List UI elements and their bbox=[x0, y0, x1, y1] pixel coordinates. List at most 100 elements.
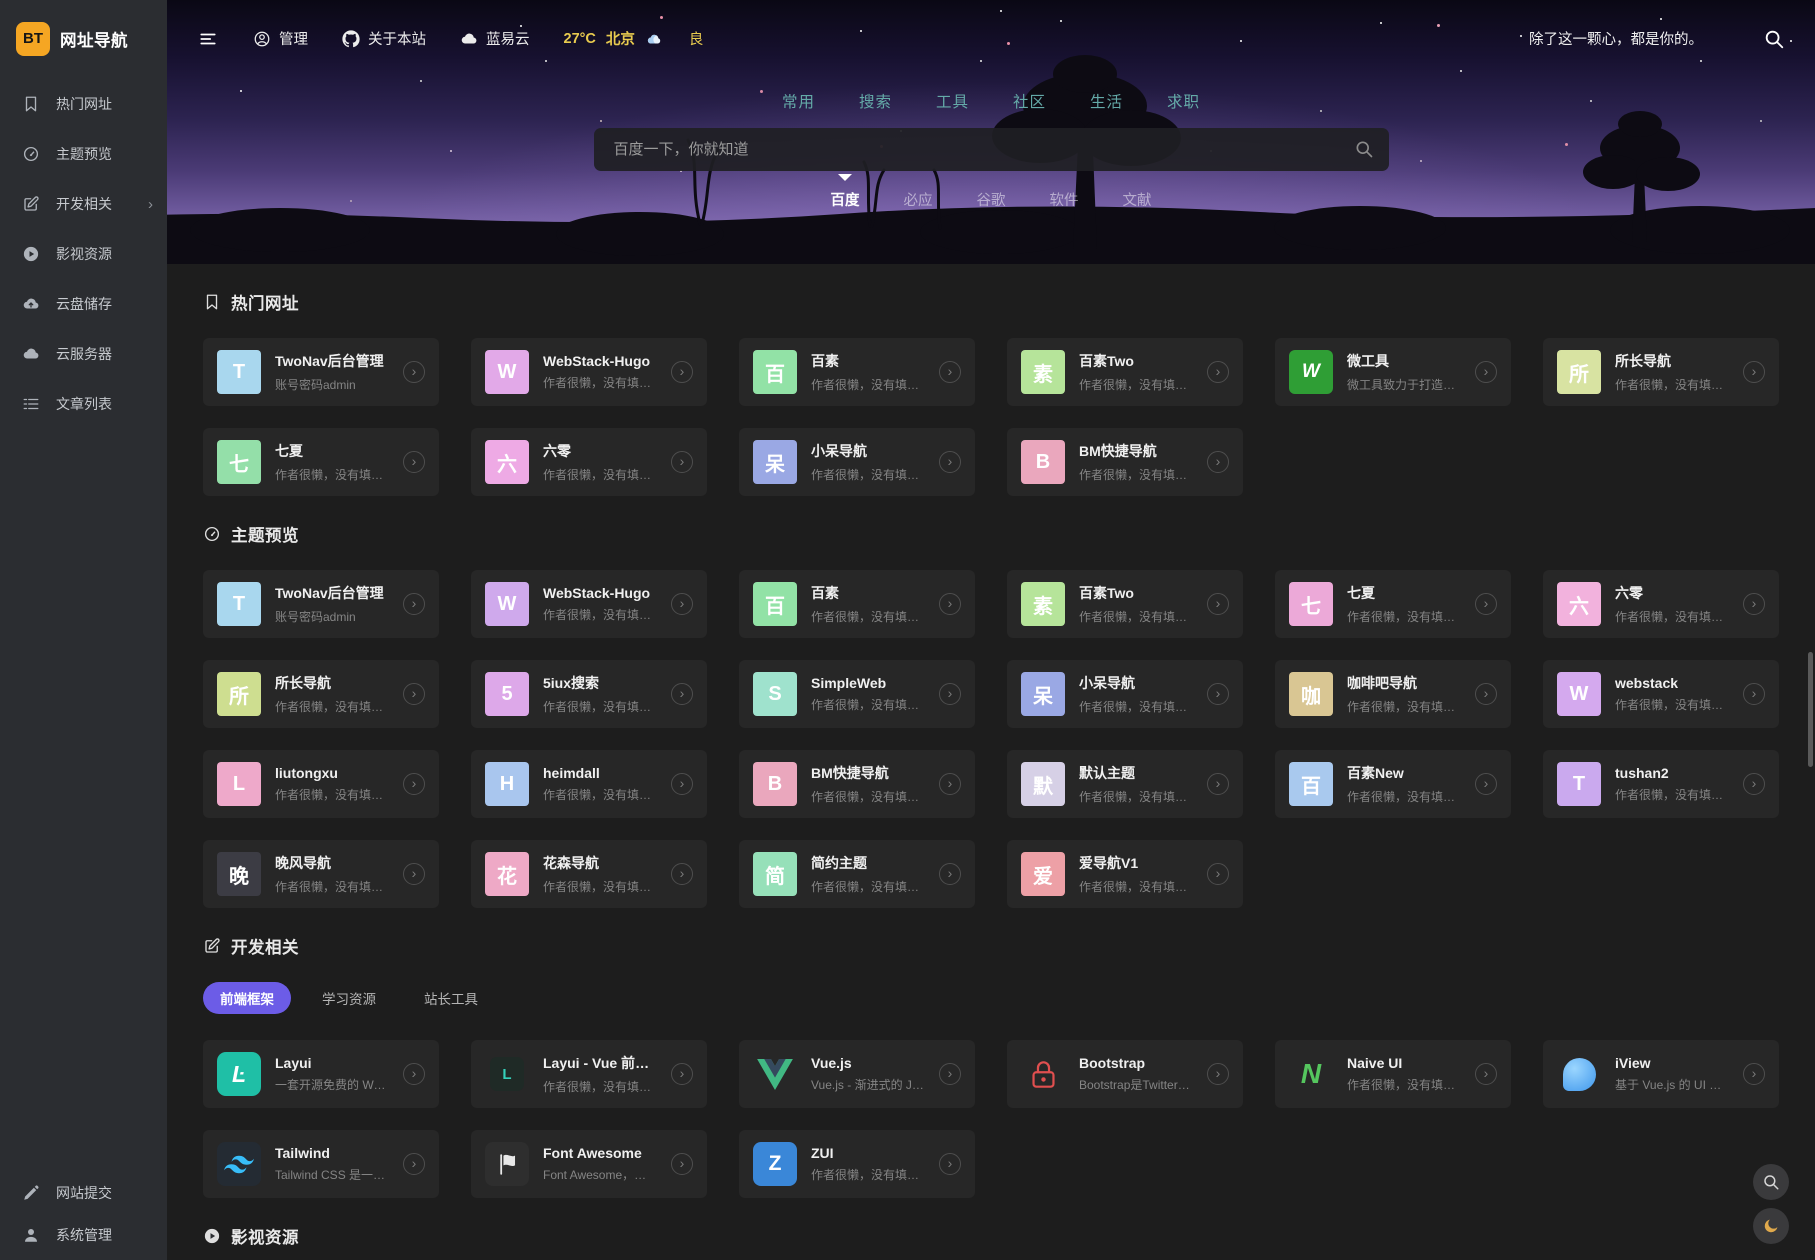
hero-tab-4[interactable]: 生活 bbox=[1090, 90, 1123, 112]
engine-tab-1[interactable]: 必应 bbox=[904, 189, 933, 210]
theme-card-5[interactable]: 六六零作者很懒，没有填写描述。› bbox=[1543, 570, 1779, 638]
search-icon[interactable] bbox=[1354, 139, 1374, 159]
logo[interactable]: BT 网址导航 bbox=[0, 0, 167, 77]
cloud-icon bbox=[22, 345, 40, 363]
hot-card-6[interactable]: 七七夏作者很懒，没有填写描述。› bbox=[203, 428, 439, 496]
hero-tab-5[interactable]: 求职 bbox=[1167, 90, 1200, 112]
card-desc: Tailwind CSS 是一个功能类... bbox=[275, 1166, 389, 1183]
hero-tab-3[interactable]: 社区 bbox=[1013, 90, 1046, 112]
theme-card-4[interactable]: 七七夏作者很懒，没有填写描述。› bbox=[1275, 570, 1511, 638]
engine-tab-0[interactable]: 百度 bbox=[831, 189, 860, 210]
theme-card-2[interactable]: 百百素作者很懒，没有填写描述。› bbox=[739, 570, 975, 638]
hot-card-2[interactable]: 百百素作者很懒，没有填写描述。› bbox=[739, 338, 975, 406]
card-desc: 账号密码admin bbox=[275, 376, 389, 393]
hero-tab-2[interactable]: 工具 bbox=[936, 90, 969, 112]
sidebar-footer-item-1[interactable]: 系统管理 bbox=[0, 1214, 167, 1256]
fab-theme-toggle-button[interactable] bbox=[1753, 1208, 1789, 1244]
dev-card-3[interactable]: BootstrapBootstrap是Twitter推出的...› bbox=[1007, 1040, 1243, 1108]
search-input[interactable] bbox=[594, 128, 1389, 171]
dev-card-5[interactable]: iView基于 Vue.js 的 UI 组件库，...› bbox=[1543, 1040, 1779, 1108]
hamburger-icon[interactable] bbox=[197, 30, 219, 48]
theme-card-6[interactable]: 所所长导航作者很懒，没有填写描述。› bbox=[203, 660, 439, 728]
hero-category-tabs: 常用 搜索 工具 社区 生活 求职 bbox=[782, 90, 1200, 112]
theme-card-17[interactable]: Ttushan2作者很懒，没有填写描述。› bbox=[1543, 750, 1779, 818]
sidebar-item-label: 开发相关 bbox=[56, 194, 112, 214]
card-desc: 作者很懒，没有填写描述。 bbox=[1615, 608, 1729, 625]
hot-card-5[interactable]: 所所长导航作者很懒，没有填写描述。› bbox=[1543, 338, 1779, 406]
sidebar-item-5[interactable]: 云服务器 bbox=[0, 329, 167, 379]
hot-card-1[interactable]: WWebStack-Hugo作者很懒，没有填写描述。› bbox=[471, 338, 707, 406]
dev-card-7[interactable]: Font AwesomeFont Awesome，一套绝佳...› bbox=[471, 1130, 707, 1198]
card-desc: Vue.js - 渐进式的 JavaScri... bbox=[811, 1076, 925, 1093]
card-desc: 微工具致力于打造和收集各... bbox=[1347, 376, 1461, 393]
hero-tab-1[interactable]: 搜索 bbox=[859, 90, 892, 112]
hot-card-7[interactable]: 六六零作者很懒，没有填写描述。› bbox=[471, 428, 707, 496]
dev-card-6[interactable]: TailwindTailwind CSS 是一个功能类...› bbox=[203, 1130, 439, 1198]
topbar-search-icon[interactable] bbox=[1763, 28, 1785, 50]
theme-card-15[interactable]: 默默认主题作者很懒，没有填写描述。› bbox=[1007, 750, 1243, 818]
card-title: iView bbox=[1615, 1055, 1729, 1071]
theme-card-9[interactable]: 呆小呆导航作者很懒，没有填写描述。› bbox=[1007, 660, 1243, 728]
card-body: WebStack-Hugo作者很懒，没有填写描述。 bbox=[543, 585, 657, 623]
hot-card-0[interactable]: TTwoNav后台管理账号密码admin› bbox=[203, 338, 439, 406]
dev-card-4[interactable]: NNaive UI作者很懒，没有填写描述。› bbox=[1275, 1040, 1511, 1108]
dev-card-8[interactable]: ZZUI作者很懒，没有填写描述。› bbox=[739, 1130, 975, 1198]
dev-subtabs: 前端框架学习资源站长工具 bbox=[203, 982, 1779, 1014]
weather-city: 北京 bbox=[606, 28, 635, 49]
card-title: 七夏 bbox=[275, 441, 389, 461]
theme-card-13[interactable]: Hheimdall作者很懒，没有填写描述。› bbox=[471, 750, 707, 818]
site-letter-icon: 百 bbox=[753, 582, 797, 626]
sidebar-item-0[interactable]: 热门网址 bbox=[0, 79, 167, 129]
theme-card-1[interactable]: WWebStack-Hugo作者很懒，没有填写描述。› bbox=[471, 570, 707, 638]
card-desc: 作者很懒，没有填写描述。 bbox=[1615, 696, 1729, 713]
theme-card-0[interactable]: TTwoNav后台管理账号密码admin› bbox=[203, 570, 439, 638]
theme-card-12[interactable]: Lliutongxu作者很懒，没有填写描述。› bbox=[203, 750, 439, 818]
theme-card-16[interactable]: 百百素New作者很懒，没有填写描述。› bbox=[1275, 750, 1511, 818]
theme-card-10[interactable]: 咖咖啡吧导航作者很懒，没有填写描述。› bbox=[1275, 660, 1511, 728]
hot-card-3[interactable]: 素百素Two作者很懒，没有填写描述。› bbox=[1007, 338, 1243, 406]
hot-card-4[interactable]: W微工具微工具致力于打造和收集各...› bbox=[1275, 338, 1511, 406]
theme-card-20[interactable]: 简简约主题作者很懒，没有填写描述。› bbox=[739, 840, 975, 908]
engine-tab-2[interactable]: 谷歌 bbox=[977, 189, 1006, 210]
site-letter-icon: T bbox=[217, 582, 261, 626]
hot-card-8[interactable]: 呆小呆导航作者很懒，没有填写描述。› bbox=[739, 428, 975, 496]
dev-tab-0[interactable]: 前端框架 bbox=[203, 982, 291, 1014]
card-body: 百素Two作者很懒，没有填写描述。 bbox=[1079, 351, 1193, 393]
hot-card-9[interactable]: BBM快捷导航作者很懒，没有填写描述。› bbox=[1007, 428, 1243, 496]
logo-badge: BT bbox=[16, 22, 50, 56]
theme-card-18[interactable]: 晚晚风导航作者很懒，没有填写描述。› bbox=[203, 840, 439, 908]
engine-tab-4[interactable]: 文献 bbox=[1123, 189, 1152, 210]
theme-card-7[interactable]: 55iux搜索作者很懒，没有填写描述。› bbox=[471, 660, 707, 728]
dev-card-1[interactable]: LLayui - Vue 前端 UI 框架作者很懒，没有填写描述。› bbox=[471, 1040, 707, 1108]
dev-tab-2[interactable]: 站长工具 bbox=[407, 982, 495, 1014]
topbar-nav: 管理 关于本站 蓝易云 bbox=[253, 28, 530, 49]
theme-card-11[interactable]: Wwebstack作者很懒，没有填写描述。› bbox=[1543, 660, 1779, 728]
topbar-link-1[interactable]: 关于本站 bbox=[342, 28, 426, 49]
sidebar-item-6[interactable]: 文章列表 bbox=[0, 379, 167, 429]
engine-tab-3[interactable]: 软件 bbox=[1050, 189, 1079, 210]
card-desc: 作者很懒，没有填写描述。 bbox=[275, 466, 389, 483]
topbar-link-0[interactable]: 管理 bbox=[253, 28, 308, 49]
dev-tab-1[interactable]: 学习资源 bbox=[305, 982, 393, 1014]
site-letter-icon: B bbox=[1021, 440, 1065, 484]
sidebar-footer-item-0[interactable]: 网站提交 bbox=[0, 1172, 167, 1214]
sidebar-item-2[interactable]: 开发相关› bbox=[0, 179, 167, 229]
theme-card-8[interactable]: SSimpleWeb作者很懒，没有填写描述。› bbox=[739, 660, 975, 728]
sidebar-item-1[interactable]: 主题预览 bbox=[0, 129, 167, 179]
dev-card-2[interactable]: Vue.jsVue.js - 渐进式的 JavaScri...› bbox=[739, 1040, 975, 1108]
hero-tab-0[interactable]: 常用 bbox=[782, 90, 815, 112]
card-desc: 基于 Vue.js 的 UI 组件库，... bbox=[1615, 1076, 1729, 1093]
card-title: WebStack-Hugo bbox=[543, 353, 657, 369]
topbar-link-2[interactable]: 蓝易云 bbox=[460, 28, 530, 49]
theme-card-3[interactable]: 素百素Two作者很懒，没有填写描述。› bbox=[1007, 570, 1243, 638]
theme-card-21[interactable]: 爱爱导航V1作者很懒，没有填写描述。› bbox=[1007, 840, 1243, 908]
theme-card-14[interactable]: BBM快捷导航作者很懒，没有填写描述。› bbox=[739, 750, 975, 818]
sidebar-item-3[interactable]: 影视资源 bbox=[0, 229, 167, 279]
scrollbar-thumb[interactable] bbox=[1808, 652, 1813, 767]
card-body: 爱导航V1作者很懒，没有填写描述。 bbox=[1079, 853, 1193, 895]
edit-icon bbox=[22, 195, 40, 213]
dev-card-0[interactable]: ĿLayui一套开源免费的 Web UI 组...› bbox=[203, 1040, 439, 1108]
sidebar-item-4[interactable]: 云盘储存 bbox=[0, 279, 167, 329]
theme-card-19[interactable]: 花花森导航作者很懒，没有填写描述。› bbox=[471, 840, 707, 908]
fab-search-button[interactable] bbox=[1753, 1164, 1789, 1200]
